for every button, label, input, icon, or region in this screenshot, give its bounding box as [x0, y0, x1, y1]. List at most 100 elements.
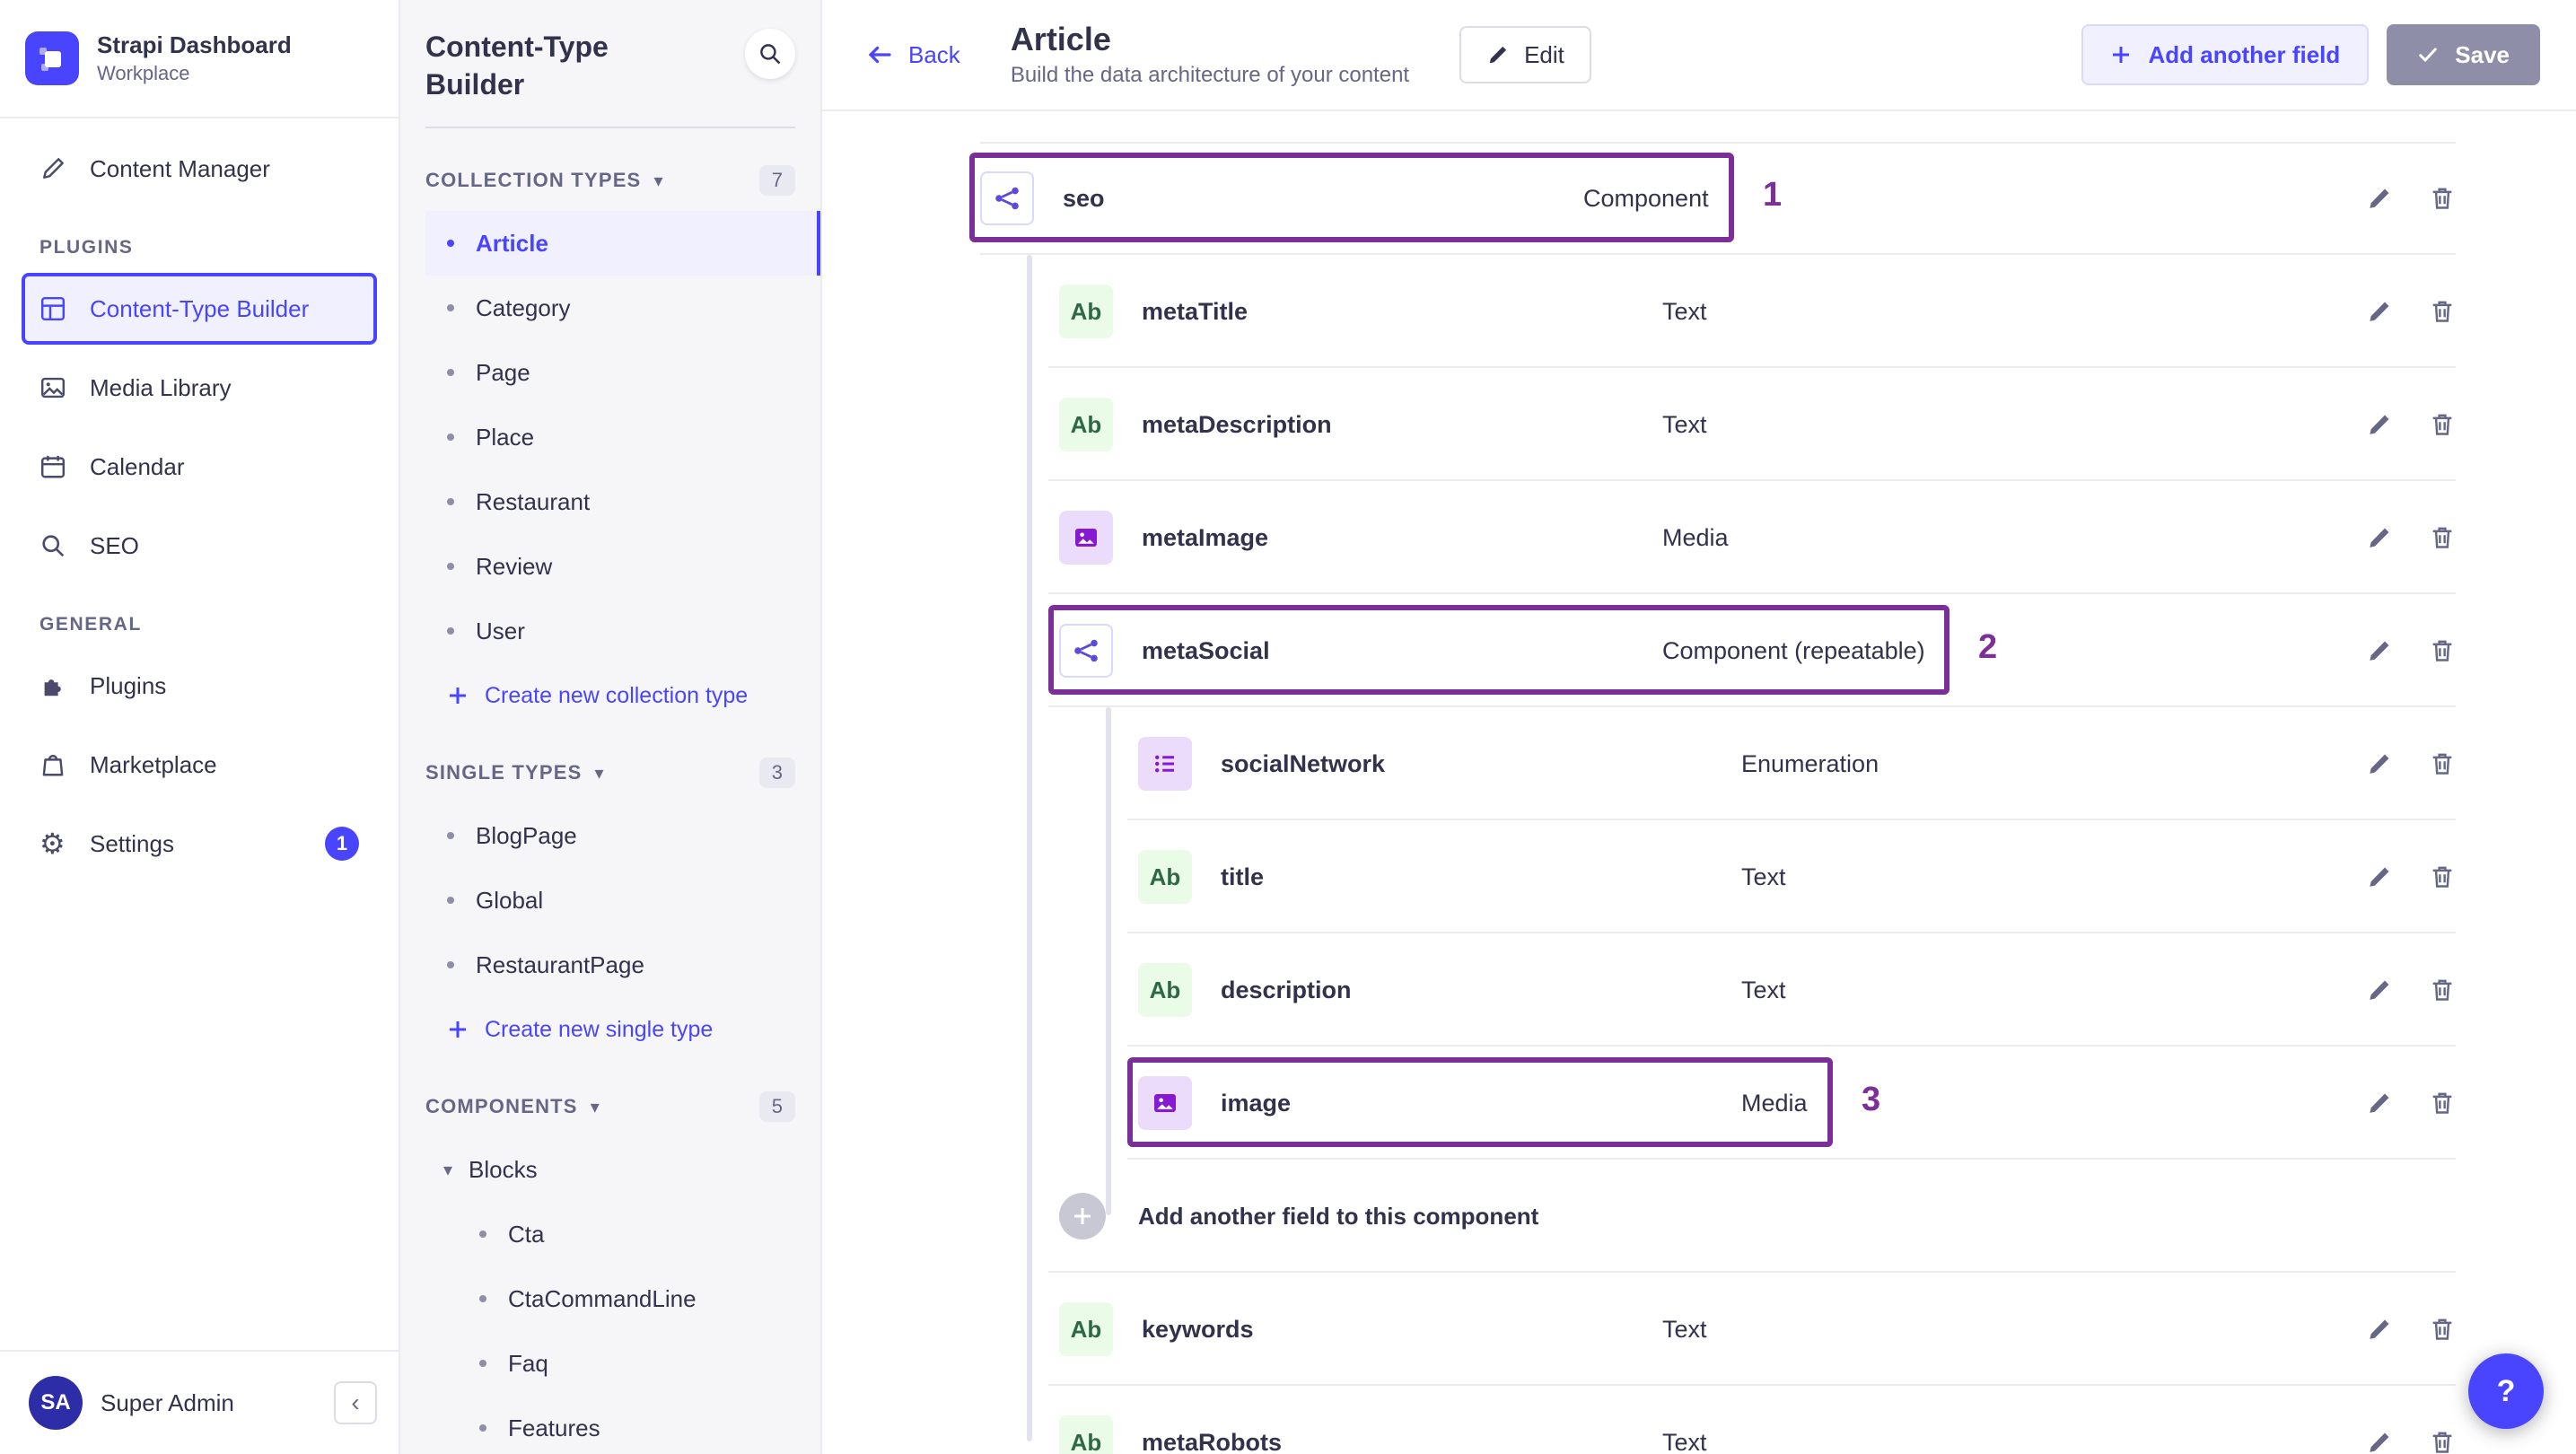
sidebar-item-media-library[interactable]: Media Library	[22, 352, 377, 424]
delete-field-button[interactable]	[2429, 637, 2456, 664]
sidebar-item-content-type-builder[interactable]: Content-Type Builder	[22, 273, 377, 345]
edit-button[interactable]: Edit	[1459, 26, 1591, 83]
gear-icon: ⚙	[39, 828, 66, 860]
sidebar-item-place[interactable]: Place	[425, 405, 820, 469]
search-icon	[39, 532, 70, 559]
group-header-single-types[interactable]: SINGLE TYPES ▾ 3	[425, 742, 820, 803]
delete-field-button[interactable]	[2429, 1316, 2456, 1343]
bullet-icon	[479, 1424, 486, 1432]
back-button[interactable]: Back	[865, 40, 960, 69]
row-actions	[2366, 750, 2456, 777]
sidebar-item-marketplace[interactable]: Marketplace	[22, 729, 377, 801]
sidebar-item-label: Settings	[90, 829, 174, 857]
field-name: metaTitle	[1142, 297, 1249, 325]
field-row-metaRobots[interactable]: Ab metaRobots Text	[980, 1386, 2576, 1454]
edit-field-button[interactable]	[2366, 637, 2393, 664]
tree-line	[1106, 707, 1111, 1215]
save-button[interactable]: Save	[2387, 24, 2540, 85]
sidebar-item-user[interactable]: User	[425, 599, 820, 663]
delete-field-button[interactable]	[2429, 1090, 2456, 1117]
delete-field-button[interactable]	[2429, 185, 2456, 212]
sidebar-item-cta[interactable]: Cta	[425, 1202, 820, 1266]
help-button[interactable]: ?	[2468, 1353, 2544, 1429]
field-row-description[interactable]: Ab description Text	[980, 933, 2576, 1047]
field-type: Component	[1583, 184, 1709, 212]
field-row-keywords[interactable]: Ab keywords Text	[980, 1273, 2576, 1386]
sidebar-item-review[interactable]: Review	[425, 534, 820, 599]
edit-field-button[interactable]	[2366, 298, 2393, 325]
bullet-icon	[479, 1231, 486, 1239]
create-new-link[interactable]: Create new single type	[425, 997, 820, 1062]
edit-field-button[interactable]	[2366, 411, 2393, 438]
field-row-metaSocial[interactable]: metaSocial Component (repeatable)	[980, 594, 2576, 707]
delete-field-button[interactable]	[2429, 977, 2456, 1003]
workspace-title: Strapi Dashboard	[97, 31, 292, 59]
group-header-collection-types[interactable]: COLLECTION TYPES ▾ 7	[425, 150, 820, 211]
delete-field-button[interactable]	[2429, 411, 2456, 438]
sidebar-item-global[interactable]: Global	[425, 868, 820, 933]
secondary-nav-title: Content-Type Builder	[425, 31, 609, 101]
sidebar-item-seo[interactable]: SEO	[22, 510, 377, 582]
create-new-link[interactable]: Create new collection type	[425, 663, 820, 728]
edit-field-button[interactable]	[2366, 524, 2393, 551]
avatar: SA	[29, 1376, 83, 1430]
field-row-metaImage[interactable]: metaImage Media	[980, 481, 2576, 594]
collapse-sidebar-button[interactable]: ‹	[334, 1381, 377, 1424]
check-icon	[2417, 44, 2439, 66]
sidebar-item-plugins[interactable]: Plugins	[22, 650, 377, 722]
field-type: Media	[1741, 1089, 1808, 1117]
sidebar-item-restaurant[interactable]: Restaurant	[425, 469, 820, 534]
field-name: keywords	[1142, 1315, 1254, 1343]
sidebar-item-settings[interactable]: ⚙ Settings 1	[22, 808, 377, 880]
field-row-image[interactable]: image Media	[980, 1047, 2576, 1160]
chevron-down-icon: ▾	[443, 1160, 453, 1180]
edit-field-button[interactable]	[2366, 1429, 2393, 1454]
add-field-label: Add another field to this component	[1138, 1202, 1539, 1230]
text-icon: Ab	[1138, 963, 1192, 1017]
edit-field-button[interactable]	[2366, 977, 2393, 1003]
field-row-metaDescription[interactable]: Ab metaDescription Text	[980, 368, 2576, 481]
field-row-metaTitle[interactable]: Ab metaTitle Text	[980, 255, 2576, 368]
component-category-blocks[interactable]: ▾ Blocks	[425, 1137, 820, 1202]
field-name: seo	[1063, 184, 1105, 212]
sidebar-item-article[interactable]: Article	[425, 211, 820, 276]
sidebar-item-label: Calendar	[90, 452, 185, 480]
delete-field-button[interactable]	[2429, 863, 2456, 890]
text-icon: Ab	[1059, 285, 1113, 338]
group-header-components[interactable]: COMPONENTS ▾ 5	[425, 1076, 820, 1137]
sidebar-item-category[interactable]: Category	[425, 276, 820, 340]
add-another-field-button[interactable]: Add another field	[2081, 24, 2370, 85]
edit-field-button[interactable]	[2366, 1316, 2393, 1343]
field-row-title[interactable]: Ab title Text	[980, 820, 2576, 933]
media-icon	[1138, 1076, 1192, 1130]
delete-field-button[interactable]	[2429, 298, 2456, 325]
sidebar-item-faq[interactable]: Faq	[425, 1331, 820, 1396]
search-button[interactable]	[745, 29, 795, 79]
sidebar-item-label: SEO	[90, 531, 139, 559]
component-icon	[980, 171, 1034, 225]
edit-field-button[interactable]	[2366, 1090, 2393, 1117]
user-area: SA Super Admin ‹	[0, 1350, 399, 1454]
delete-field-button[interactable]	[2429, 1429, 2456, 1454]
text-icon: Ab	[1059, 1415, 1113, 1454]
bullet-icon	[447, 961, 454, 969]
edit-field-button[interactable]	[2366, 863, 2393, 890]
type-label: CtaCommandLine	[508, 1284, 697, 1312]
edit-field-button[interactable]	[2366, 185, 2393, 212]
sidebar-item-features[interactable]: Features	[425, 1396, 820, 1454]
delete-field-button[interactable]	[2429, 524, 2456, 551]
field-type: Component (repeatable)	[1662, 636, 1925, 664]
sidebar-item-page[interactable]: Page	[425, 340, 820, 405]
field-name: title	[1221, 863, 1265, 890]
sidebar-item-restaurantpage[interactable]: RestaurantPage	[425, 933, 820, 997]
count-badge: 3	[758, 758, 795, 789]
delete-field-button[interactable]	[2429, 750, 2456, 777]
bullet-icon	[447, 304, 454, 312]
add-field-row[interactable]: Add another field to this component	[980, 1160, 2576, 1273]
edit-field-button[interactable]	[2366, 750, 2393, 777]
sidebar-item-ctacommandline[interactable]: CtaCommandLine	[425, 1266, 820, 1331]
sidebar-item-blogpage[interactable]: BlogPage	[425, 803, 820, 868]
field-row-socialNetwork[interactable]: socialNetwork Enumeration	[980, 707, 2576, 820]
sidebar-item-calendar[interactable]: Calendar	[22, 431, 377, 503]
sidebar-item-content-manager[interactable]: Content Manager	[22, 133, 377, 205]
